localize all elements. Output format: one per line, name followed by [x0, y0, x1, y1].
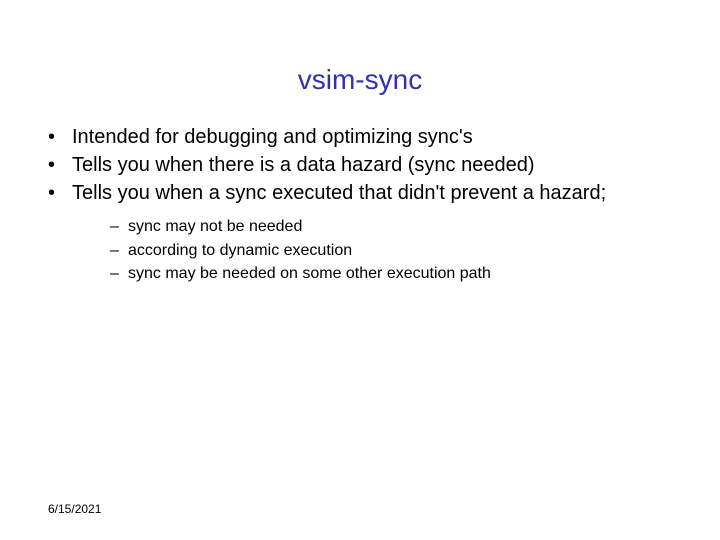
list-item: sync may be needed on some other executi…	[110, 263, 720, 285]
list-item: according to dynamic execution	[110, 240, 720, 262]
list-item: Tells you when a sync executed that didn…	[48, 180, 680, 206]
slide-title: vsim-sync	[0, 0, 720, 124]
list-item: sync may not be needed	[110, 216, 720, 238]
main-bullet-list: Intended for debugging and optimizing sy…	[0, 124, 720, 206]
sub-bullet-list: sync may not be needed according to dyna…	[0, 216, 720, 285]
footer-date: 6/15/2021	[48, 502, 101, 516]
list-item: Intended for debugging and optimizing sy…	[48, 124, 680, 150]
list-item: Tells you when there is a data hazard (s…	[48, 152, 680, 178]
